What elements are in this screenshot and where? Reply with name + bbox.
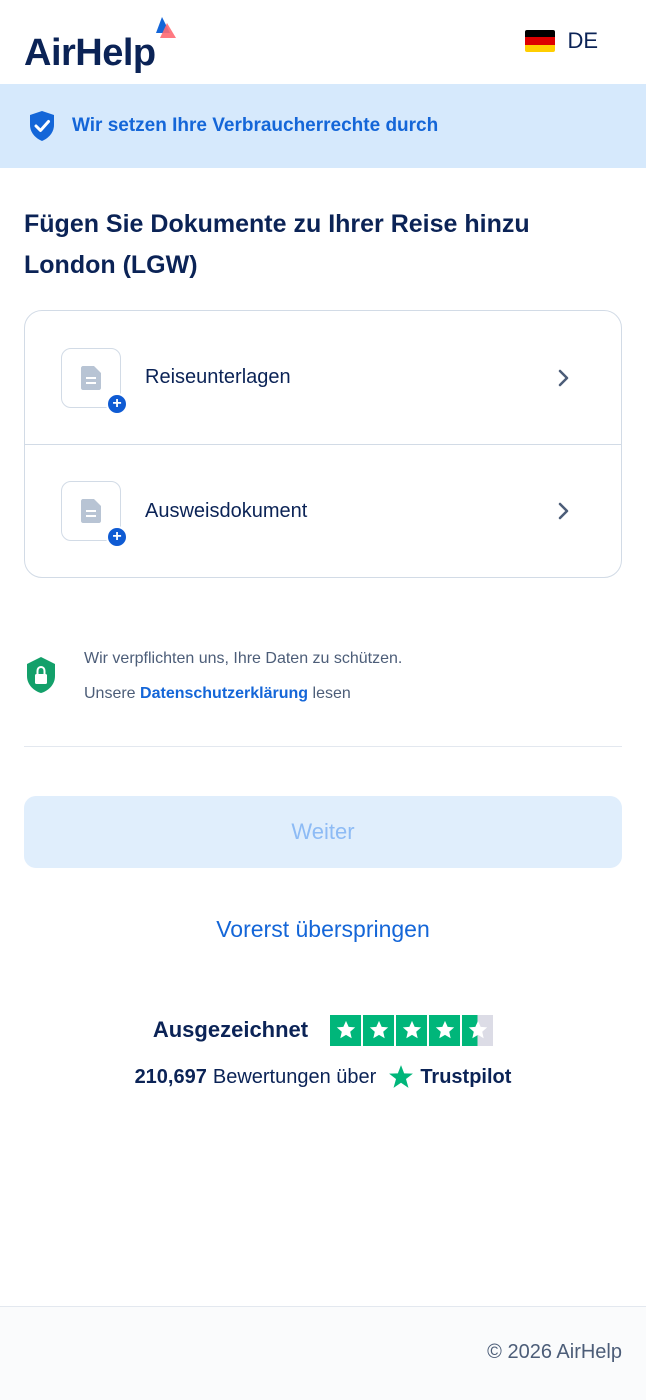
privacy-policy-link[interactable]: Datenschutzerklärung: [140, 685, 308, 702]
privacy-notice: Wir verpflichten uns, Ihre Daten zu schü…: [24, 640, 622, 712]
star-rating: [330, 1014, 494, 1046]
divider: [24, 746, 622, 747]
document-icon: [81, 499, 101, 523]
star-icon: [396, 1014, 428, 1046]
privacy-policy-line: Unsere Datenschutzerklärung lesen: [84, 685, 351, 703]
trustpilot-rating[interactable]: Ausgezeichnet: [0, 1012, 646, 1048]
privacy-text: Wir verpflichten uns, Ihre Daten zu schü…: [84, 650, 403, 667]
trustpilot-reviews[interactable]: 210,697 Bewertungen über Trustpilot: [0, 1060, 646, 1094]
lock-shield-icon: [27, 657, 55, 693]
privacy-suffix: lesen: [312, 685, 351, 702]
trustpilot-star-icon: [389, 1065, 414, 1088]
document-row-id-document[interactable]: + Ausweisdokument: [25, 444, 621, 577]
shield-check-icon: [30, 111, 54, 141]
language-code: DE: [567, 28, 598, 53]
skip-link[interactable]: Vorerst überspringen: [0, 904, 646, 954]
document-add-icon: +: [61, 481, 128, 548]
german-flag-icon: [525, 30, 556, 52]
airhelp-logo[interactable]: AirHelp: [24, 16, 176, 74]
chevron-right-icon: [558, 502, 569, 520]
trustpilot-brand: Trustpilot: [420, 1065, 512, 1088]
star-icon: [330, 1014, 362, 1046]
logo-text: AirHelp: [24, 32, 156, 74]
document-row-travel-docs[interactable]: + Reiseunterlagen: [25, 311, 621, 444]
page-title: Fügen Sie Dokumente zu Ihrer Reise hinzu…: [24, 204, 624, 286]
review-count: 210,697: [134, 1065, 207, 1088]
documents-card: + Reiseunterlagen + Ausweisdokument: [24, 310, 622, 578]
page: AirHelp DE Wir setzen Ihre Verbraucherre…: [0, 0, 646, 1400]
copyright-text: © 2026 AirHelp: [487, 1341, 622, 1363]
half-star-icon: [462, 1014, 494, 1046]
chevron-right-icon: [558, 369, 569, 386]
banner-text: Wir setzen Ihre Verbraucherrechte durch: [72, 115, 439, 136]
page-title-line1: Fügen Sie Dokumente zu Ihrer Reise hinzu: [24, 210, 530, 238]
plus-icon: +: [106, 392, 128, 415]
header: AirHelp DE: [0, 0, 646, 84]
continue-button[interactable]: Weiter: [24, 796, 622, 868]
plus-icon: +: [106, 526, 128, 548]
privacy-prefix: Unsere: [84, 685, 136, 702]
reviews-text: Bewertungen über: [212, 1065, 377, 1088]
logo-mark-icon: [156, 17, 176, 38]
footer: © 2026 AirHelp: [0, 1307, 646, 1400]
document-add-icon: +: [61, 347, 128, 415]
consumer-rights-banner: Wir setzen Ihre Verbraucherrechte durch: [0, 84, 646, 168]
star-icon: [429, 1014, 461, 1046]
document-row-label: Ausweisdokument: [145, 499, 308, 522]
star-icon: [363, 1014, 395, 1046]
page-title-destination: London (LGW): [24, 251, 198, 279]
language-selector[interactable]: DE: [525, 28, 598, 54]
document-icon: [81, 365, 101, 390]
rating-label: Ausgezeichnet: [152, 1017, 309, 1042]
document-row-label: Reiseunterlagen: [145, 366, 291, 388]
